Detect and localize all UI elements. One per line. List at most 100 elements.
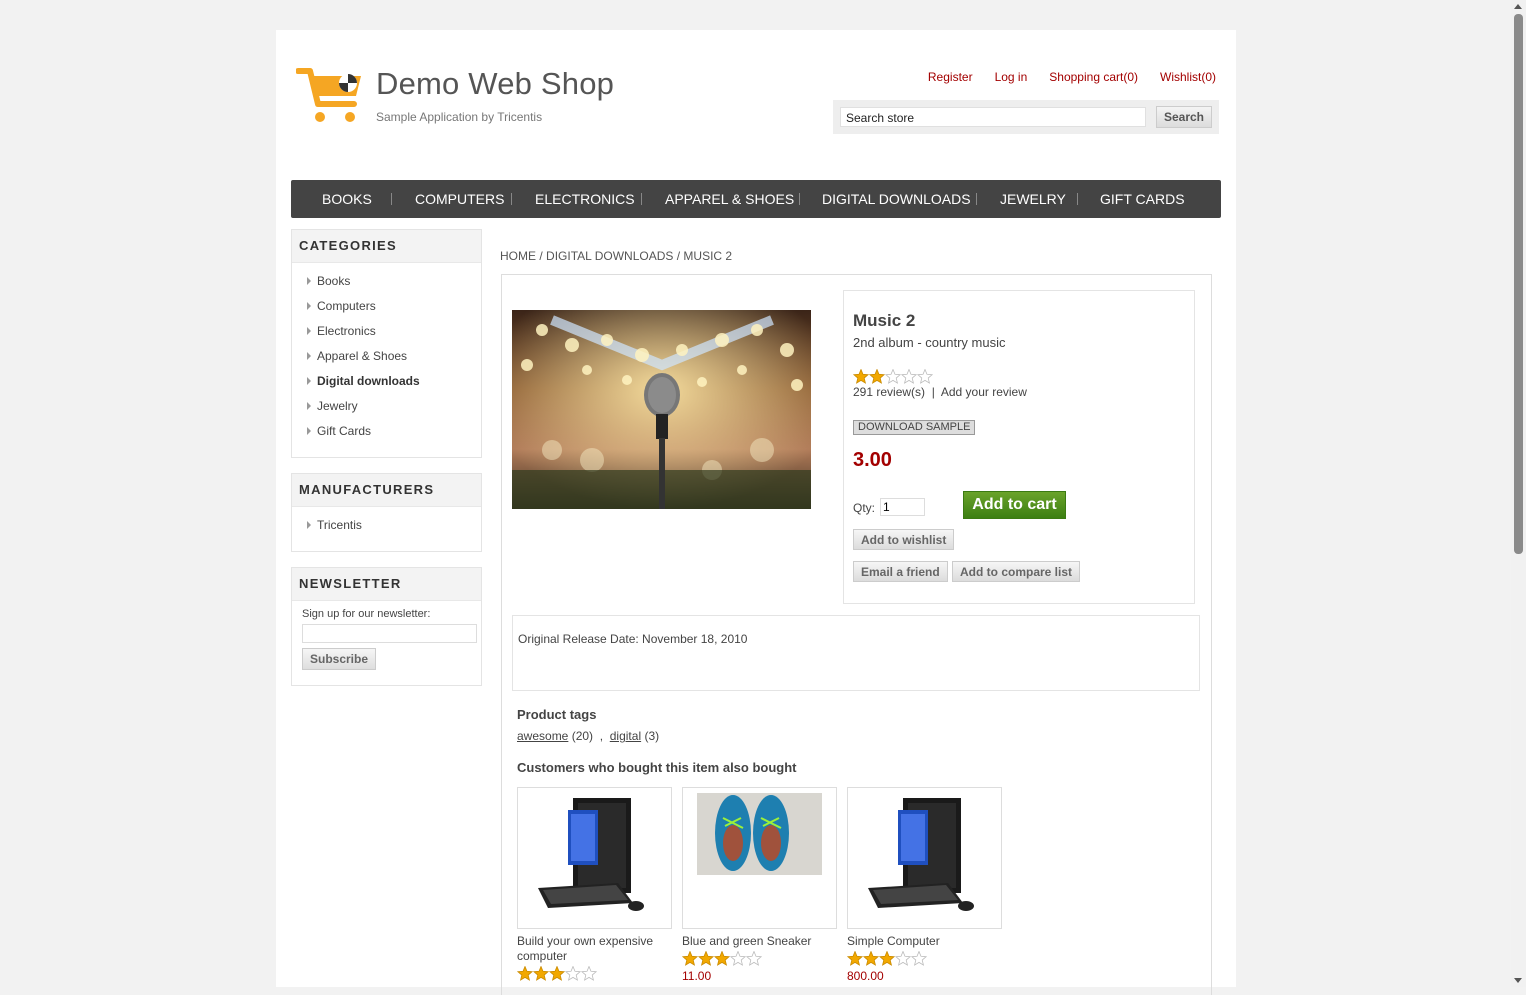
arrow-right-icon: [307, 427, 311, 435]
menu-item-apparel-shoes[interactable]: APPAREL & SHOES: [665, 191, 794, 207]
arrow-right-icon: [307, 327, 311, 335]
menu-item-books[interactable]: BOOKS: [322, 191, 372, 207]
also-bought-item[interactable]: Simple Computer 800.00: [846, 787, 1002, 983]
review-line: 291 review(s) | Add your review: [853, 385, 1027, 399]
reviews-count-link[interactable]: 291 review(s): [853, 385, 925, 399]
tag-link-digital[interactable]: digital: [610, 729, 641, 743]
search-input[interactable]: Search store: [840, 107, 1146, 127]
star-filled-icon: [697, 950, 715, 966]
star-empty-icon: [564, 965, 582, 981]
star-filled-icon: [878, 950, 896, 966]
qty-label: Qty:: [853, 501, 876, 515]
menu-item-computers[interactable]: COMPUTERS: [415, 191, 504, 207]
menu-separator: [1077, 193, 1078, 205]
rating-stars-icon: [846, 950, 928, 966]
category-digital-downloads[interactable]: Digital downloads: [292, 371, 481, 396]
page-scrollbar[interactable]: [1511, 0, 1526, 987]
subscribe-button[interactable]: Subscribe: [302, 648, 376, 670]
register-link[interactable]: Register: [928, 70, 973, 84]
star-empty-icon: [884, 369, 902, 384]
star-filled-icon: [548, 965, 566, 981]
rating-stars-icon: [853, 369, 933, 384]
manufacturer-label: Tricentis: [317, 518, 362, 532]
newsletter-email-input[interactable]: [302, 624, 477, 643]
shopping-cart-link[interactable]: Shopping cart(0): [1049, 70, 1138, 84]
arrow-right-icon: [307, 302, 311, 310]
breadcrumb-separator: /: [676, 249, 681, 263]
breadcrumb-category[interactable]: DIGITAL DOWNLOADS: [546, 249, 673, 263]
header-links: Register Log in Shopping cart(0) Wishlis…: [928, 70, 1216, 84]
menu-separator: [641, 193, 642, 205]
wishlist-link[interactable]: Wishlist(0): [1160, 70, 1216, 84]
breadcrumb-home[interactable]: HOME: [500, 249, 536, 263]
sneaker-image: [697, 793, 822, 875]
also-bought-name[interactable]: Build your own expensive computer: [517, 934, 672, 964]
category-label: Jewelry: [317, 399, 358, 413]
site-logo[interactable]: Demo Web Shop Sample Application by Tric…: [296, 66, 636, 130]
newsletter-title: NEWSLETTER: [292, 568, 481, 601]
menu-item-digital-downloads[interactable]: DIGITAL DOWNLOADS: [822, 191, 971, 207]
also-bought-title: Customers who bought this item also boug…: [517, 760, 797, 775]
category-jewelry[interactable]: Jewelry: [292, 396, 481, 421]
add-review-link[interactable]: Add your review: [941, 385, 1027, 399]
product-overview: Music 2 2nd album - country music 291 re…: [843, 290, 1195, 604]
tag-count: (20): [571, 729, 594, 743]
add-to-cart-button[interactable]: Add to cart: [963, 491, 1066, 519]
product-thumbnail[interactable]: [682, 787, 837, 929]
top-menu: BOOKS COMPUTERS ELECTRONICS APPAREL & SH…: [291, 180, 1221, 218]
star-empty-icon: [580, 965, 598, 981]
product-thumbnail[interactable]: [517, 787, 672, 929]
also-bought-item[interactable]: Blue and green Sneaker 11.00: [681, 787, 837, 983]
tag-link-awesome[interactable]: awesome: [517, 729, 568, 743]
also-bought-item[interactable]: Build your own expensive computer: [516, 787, 672, 984]
desktop-computer-image: [538, 798, 644, 911]
login-link[interactable]: Log in: [995, 70, 1028, 84]
shopping-cart-logo-icon: [296, 68, 361, 122]
scroll-down-arrow-icon[interactable]: [1514, 978, 1522, 983]
star-empty-icon: [916, 369, 933, 384]
scrollbar-thumb[interactable]: [1514, 14, 1523, 554]
product-picture[interactable]: [512, 310, 811, 509]
star-empty-icon: [729, 950, 747, 966]
product-details: Music 2 2nd album - country music 291 re…: [501, 274, 1212, 995]
qty-input[interactable]: 1: [880, 498, 925, 516]
search-box: Search store Search: [833, 100, 1219, 134]
menu-separator: [799, 193, 800, 205]
category-gift-cards[interactable]: Gift Cards: [292, 421, 481, 446]
category-books[interactable]: Books: [292, 271, 481, 296]
product-thumbnail[interactable]: [847, 787, 1002, 929]
rating-stars-icon: [516, 965, 598, 981]
scroll-up-arrow-icon[interactable]: [1514, 4, 1522, 9]
newsletter-label: Sign up for our newsletter:: [302, 608, 431, 620]
menu-item-electronics[interactable]: ELECTRONICS: [535, 191, 635, 207]
master-wrapper: Demo Web Shop Sample Application by Tric…: [276, 30, 1236, 995]
category-apparel-shoes[interactable]: Apparel & Shoes: [292, 346, 481, 371]
download-sample-button[interactable]: DOWNLOAD SAMPLE: [853, 420, 976, 435]
star-empty-icon: [894, 950, 912, 966]
product-tags-title: Product tags: [517, 707, 597, 722]
desktop-computer-image: [868, 798, 974, 911]
category-label: Gift Cards: [317, 424, 372, 438]
star-filled-icon: [532, 965, 550, 981]
also-bought-price: 800.00: [847, 969, 884, 983]
also-bought-name[interactable]: Blue and green Sneaker: [682, 934, 837, 949]
product-rating: [853, 369, 933, 384]
manufacturers-block: MANUFACTURERS Tricentis: [291, 473, 482, 552]
category-label: Apparel & Shoes: [317, 349, 408, 363]
category-computers[interactable]: Computers: [292, 296, 481, 321]
email-friend-button[interactable]: Email a friend: [853, 561, 948, 582]
breadcrumb: HOME / DIGITAL DOWNLOADS / MUSIC 2: [500, 249, 732, 263]
star-empty-icon: [745, 950, 763, 966]
menu-separator: [976, 193, 977, 205]
category-electronics[interactable]: Electronics: [292, 321, 481, 346]
menu-item-jewelry[interactable]: JEWELRY: [1000, 191, 1066, 207]
star-filled-icon: [681, 950, 699, 966]
add-to-wishlist-button[interactable]: Add to wishlist: [853, 529, 955, 550]
menu-item-gift-cards[interactable]: GIFT CARDS: [1100, 191, 1185, 207]
newsletter-block: NEWSLETTER Sign up for our newsletter: S…: [291, 567, 482, 686]
also-bought-name[interactable]: Simple Computer: [847, 934, 1002, 949]
full-description-text: Original Release Date: November 18, 2010: [518, 632, 748, 646]
add-to-compare-button[interactable]: Add to compare list: [952, 561, 1081, 582]
search-button[interactable]: Search: [1156, 106, 1212, 128]
manufacturer-tricentis[interactable]: Tricentis: [292, 515, 481, 540]
